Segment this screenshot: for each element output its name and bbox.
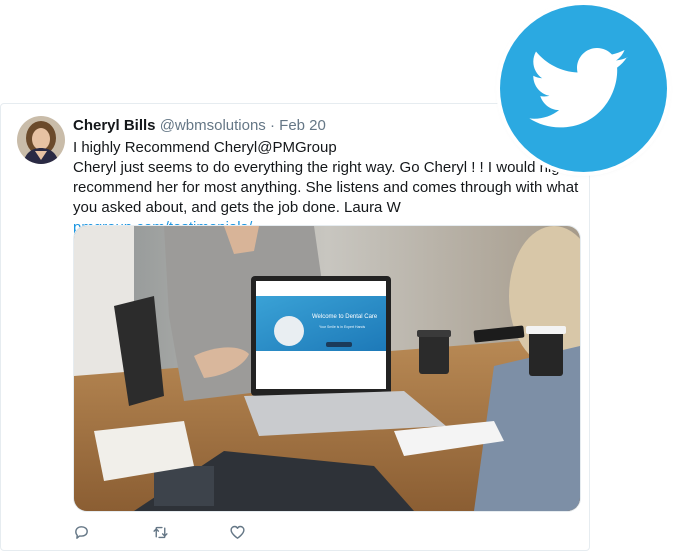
- twitter-bird-icon: [529, 48, 628, 128]
- twitter-logo: [500, 5, 667, 172]
- separator: ·: [269, 117, 275, 134]
- screen-subtext: Your Smile is in Expert Hands: [319, 325, 365, 329]
- author-name[interactable]: Cheryl Bills: [73, 117, 156, 134]
- tweet-actions: [73, 522, 307, 542]
- reply-icon: [75, 525, 88, 539]
- reply-button[interactable]: [73, 522, 151, 542]
- heart-icon: [230, 525, 245, 539]
- screen-headline: Welcome to Dental Care: [312, 314, 378, 320]
- tweet-header: Cheryl Bills @wbmsolutions · Feb 20: [73, 116, 326, 136]
- tweet-photo[interactable]: Welcome to Dental Care Your Smile is in …: [73, 225, 581, 512]
- author-handle[interactable]: @wbmsolutions: [160, 117, 266, 134]
- retweet-button[interactable]: [151, 522, 229, 542]
- avatar[interactable]: [17, 116, 65, 164]
- tweet-date[interactable]: Feb 20: [279, 117, 326, 134]
- like-button[interactable]: [229, 522, 307, 542]
- retweet-icon: [153, 526, 168, 538]
